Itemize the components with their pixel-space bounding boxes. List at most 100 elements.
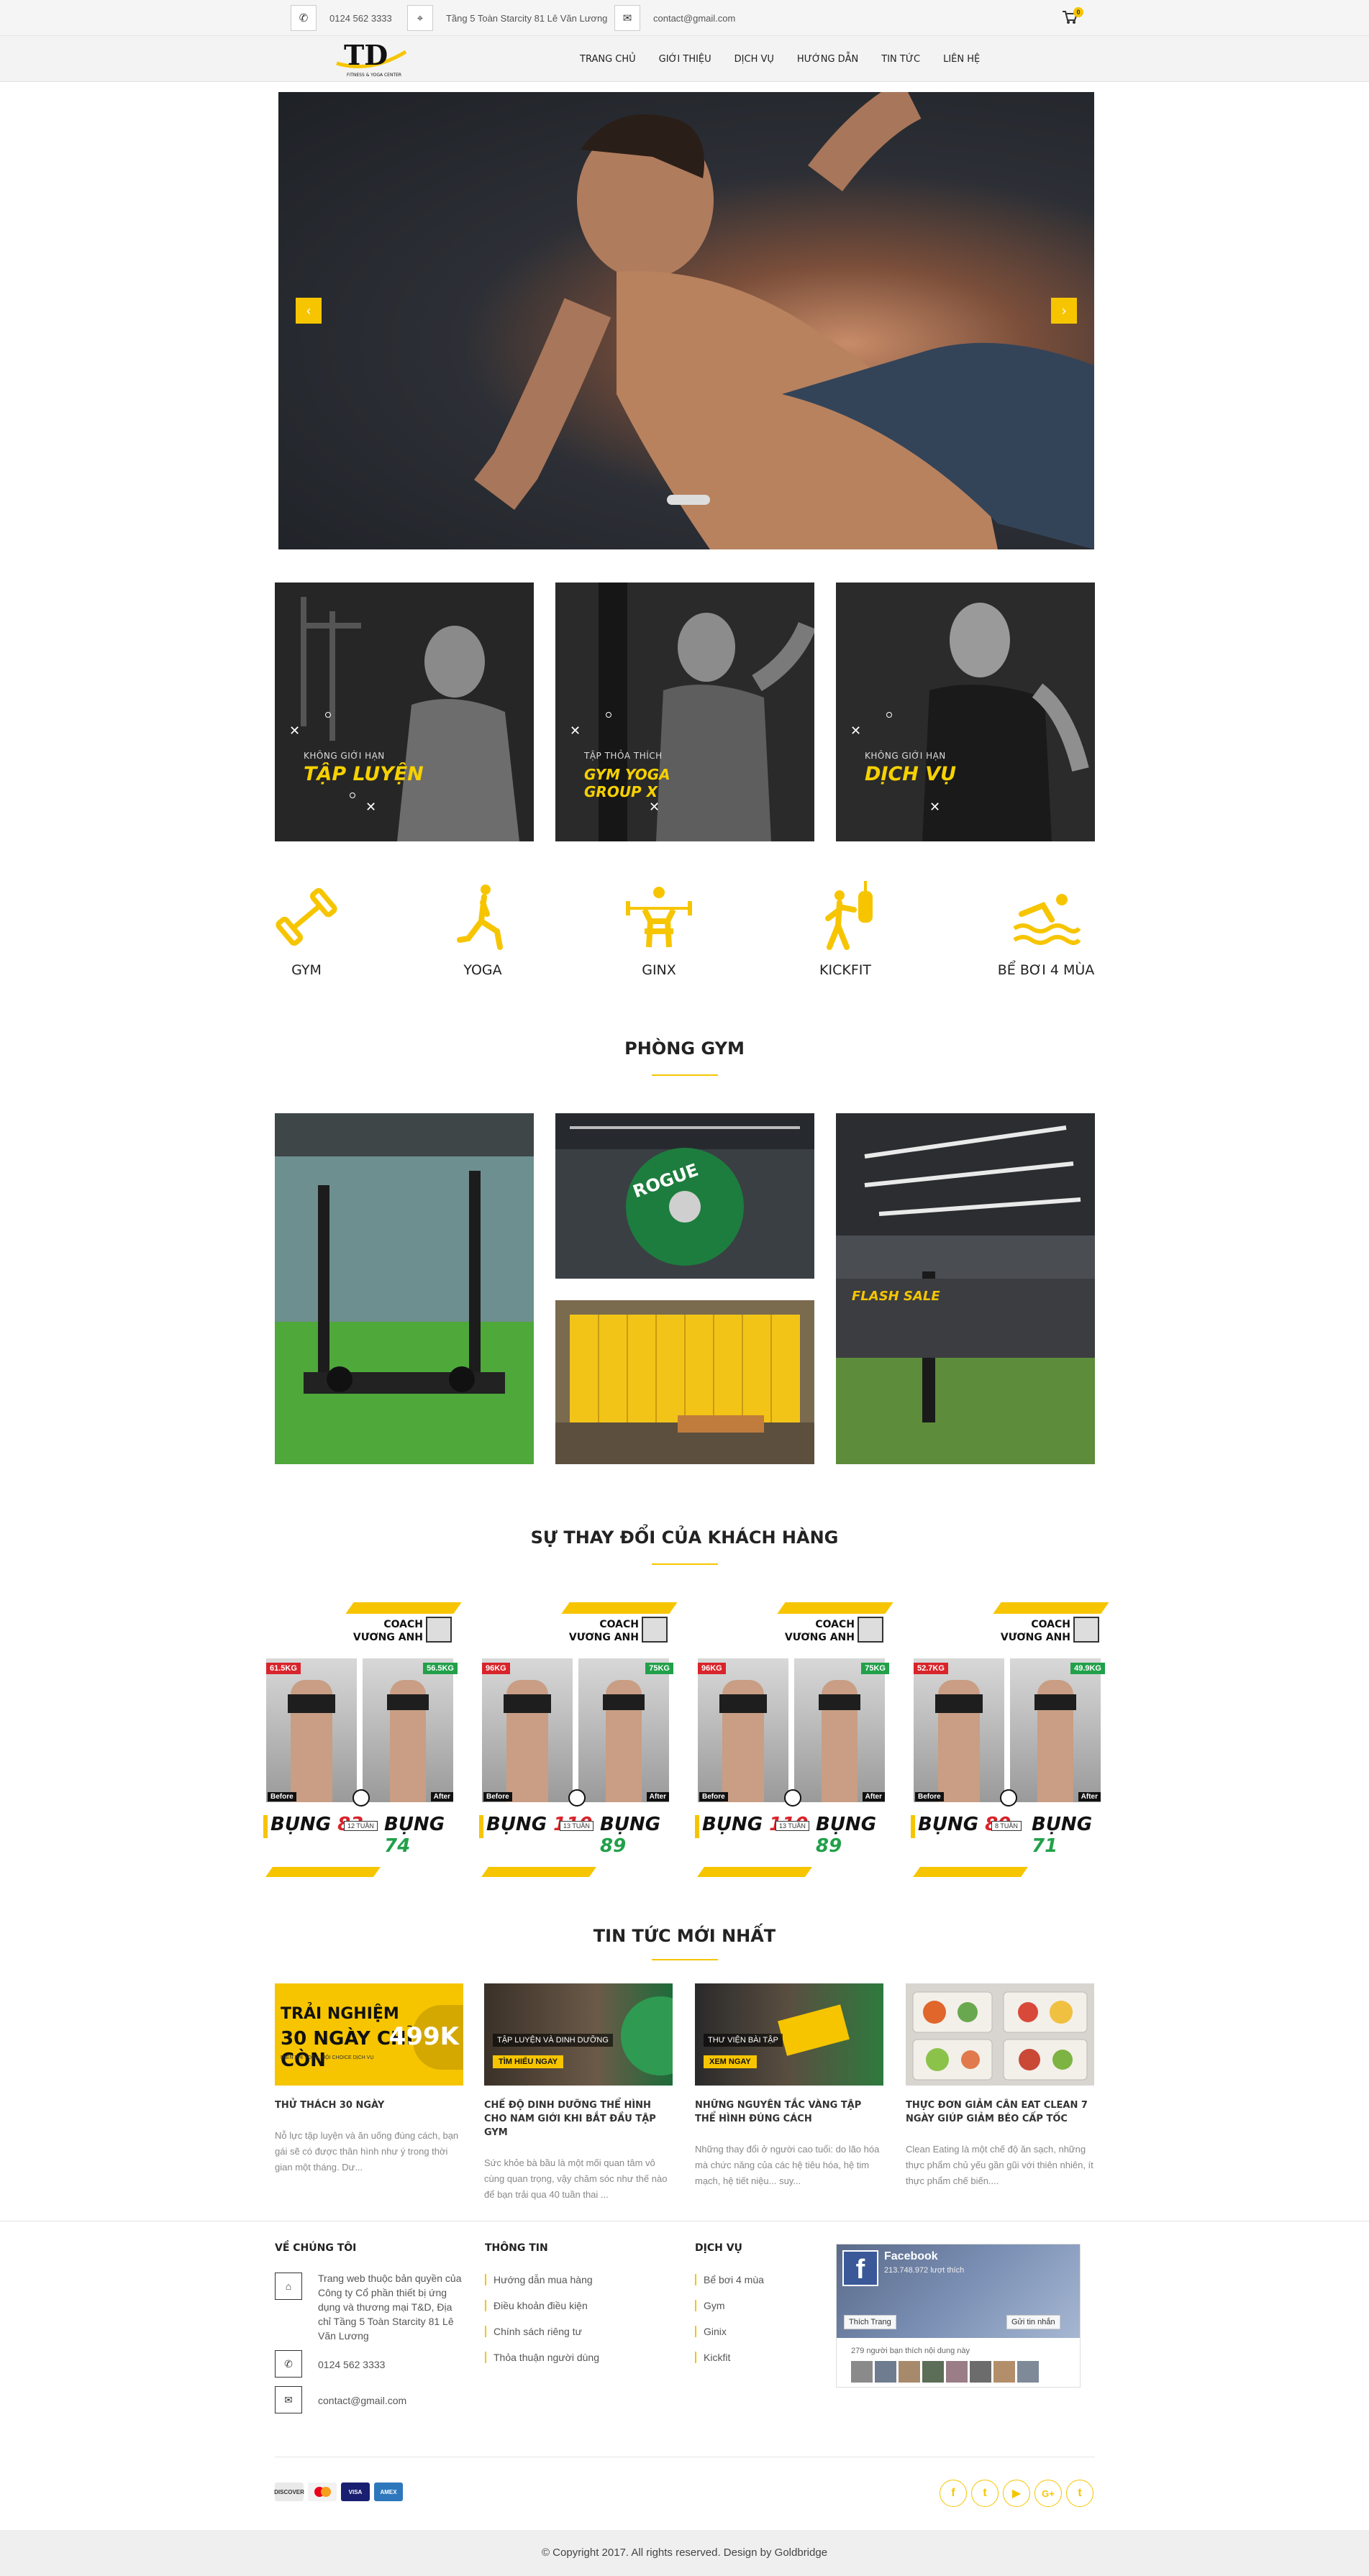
- news-card-2[interactable]: TẬP LUYỆN VÀ DINH DƯỠNG TÌM HIỂU NGAY CH…: [484, 1983, 673, 2203]
- phone-icon: ✆: [291, 5, 317, 31]
- service-gym[interactable]: GYM: [249, 881, 364, 978]
- youtube-icon[interactable]: ▶: [1003, 2480, 1030, 2507]
- hero-next-button[interactable]: ›: [1051, 298, 1077, 324]
- facebook-widget[interactable]: f Facebook 213.748.972 lượt thích Thích …: [836, 2244, 1081, 2388]
- footer-service-link-1[interactable]: Bể bơi 4 mùa: [695, 2274, 764, 2285]
- service-yoga[interactable]: YOGA: [425, 881, 540, 978]
- coach-avatar: [642, 1617, 668, 1643]
- deco-dot: [606, 712, 611, 718]
- cart-button[interactable]: 0: [1062, 7, 1083, 26]
- weeks-badge: 13 TUẦN: [776, 1821, 809, 1831]
- copyright-bar: © Copyright 2017. All rights reserved. D…: [0, 2530, 1369, 2576]
- footer-info-heading: THÔNG TIN: [485, 2242, 548, 2254]
- news-section-title: TIN TỨC MỚI NHẤT: [593, 1926, 776, 1946]
- before-photo: [482, 1658, 573, 1802]
- coach-avatar: [426, 1617, 452, 1643]
- service-ginx[interactable]: GINX: [601, 881, 717, 978]
- news-card-4-title[interactable]: THỰC ĐƠN GIẢM CÂN EAT CLEAN 7 NGÀY GIÚP …: [906, 2098, 1094, 2126]
- after-waist: BỤNG 89: [816, 1814, 877, 1857]
- footer-info-link-4[interactable]: Thỏa thuận người dùng: [485, 2352, 599, 2363]
- svg-text:FITNESS & YOGA CENTER: FITNESS & YOGA CENTER: [347, 73, 401, 78]
- deco-x-icon: ✕: [929, 800, 941, 814]
- before-weight-badge: 96KG: [482, 1663, 510, 1674]
- twitter-icon[interactable]: t: [971, 2480, 999, 2507]
- news-card-2-cta[interactable]: TÌM HIỂU NGAY: [493, 2055, 564, 2068]
- news-card-2-title[interactable]: CHẾ ĐỘ DINH DƯỠNG THỂ HÌNH CHO NAM GIỚI …: [484, 2098, 673, 2139]
- facebook-like-button[interactable]: Thích Trang: [844, 2315, 896, 2329]
- news-card-1-title[interactable]: THỬ THÁCH 30 NGÀY: [275, 2098, 463, 2112]
- footer-info-link-3[interactable]: Chính sách riêng tư: [485, 2326, 582, 2337]
- gym-photo-hall[interactable]: FLASH SALE: [836, 1113, 1095, 1464]
- before-weight-badge: 61.5KG: [266, 1663, 301, 1674]
- gym-photo-sled-image: [275, 1113, 534, 1464]
- nav-services[interactable]: DỊCH VỤ: [734, 54, 774, 65]
- deco-dot: [350, 793, 355, 798]
- banner-services-image: [836, 583, 1095, 841]
- footer-service-link-2[interactable]: Gym: [695, 2300, 725, 2311]
- news-card-3-title[interactable]: NHỮNG NGUYÊN TẮC VÀNG TẬP THỂ HÌNH ĐÚNG …: [695, 2098, 883, 2126]
- topbar-phone[interactable]: ✆ 0124 562 3333: [291, 0, 392, 36]
- nav-home[interactable]: TRANG CHỦ: [580, 54, 636, 65]
- amex-card-icon: AMEX: [374, 2483, 403, 2501]
- footer-service-link-4[interactable]: Kickfit: [695, 2352, 730, 2363]
- gym-photo-lockers[interactable]: [555, 1300, 814, 1464]
- transform-card[interactable]: COACH VƯƠNG ANH 52.7KG 49.9KG Before After BỤN…: [911, 1598, 1109, 1890]
- deco-dot: [325, 712, 331, 718]
- news-card-4[interactable]: THỰC ĐƠN GIẢM CÂN EAT CLEAN 7 NGÀY GIÚP …: [906, 1983, 1094, 2189]
- topbar-email[interactable]: ✉ contact@gmail.com: [614, 0, 735, 36]
- service-pool[interactable]: BỂ BƠI 4 MÙA: [988, 881, 1104, 978]
- facebook-icon[interactable]: f: [940, 2480, 967, 2507]
- banner-training[interactable]: ✕ ✕ KHÔNG GIỚI HẠN TẬP LUYỆN: [275, 583, 534, 841]
- nav-guide[interactable]: HƯỚNG DẪN: [797, 54, 858, 65]
- deco-x-icon: ✕: [570, 723, 581, 738]
- site-logo[interactable]: TD FITNESS & YOGA CENTER: [331, 39, 410, 81]
- news-card-3[interactable]: THƯ VIỆN BÀI TẬP XEM NGAY NHỮNG NGUYÊN T…: [695, 1983, 883, 2189]
- gym-photo-sled[interactable]: [275, 1113, 534, 1464]
- chevron-left-icon: ‹: [306, 303, 311, 318]
- coach-label: COACH VƯƠNG ANH: [1000, 1619, 1070, 1643]
- nav-news[interactable]: TIN TỨC: [881, 54, 920, 65]
- news-title-underline: [652, 1959, 718, 1960]
- envelope-icon: ✉: [614, 5, 640, 31]
- transform-card[interactable]: COACHVƯƠNG ANH96KG75KGBeforeAfterBỤNG 11…: [479, 1598, 678, 1890]
- transform-card[interactable]: COACHVƯƠNG ANH96KG75KGBeforeAfterBỤNG 11…: [695, 1598, 893, 1890]
- footer-info-link-1[interactable]: Hướng dẫn mua hàng: [485, 2274, 593, 2285]
- news-card-1[interactable]: TRẢI NGHIỆM 30 NGÀY CHỈ CÒN MIỄN PHÍ YOG…: [275, 1983, 463, 2175]
- news-card-3-cta[interactable]: XEM NGAY: [704, 2055, 757, 2068]
- weightlifter-icon: [626, 887, 692, 948]
- facebook-friend-avatars: [851, 2361, 1039, 2383]
- banner-gym-yoga-sub: TẬP THỎA THÍCH: [584, 751, 663, 761]
- banner-services[interactable]: ✕ ✕ KHÔNG GIỚI HẠN DỊCH VỤ: [836, 583, 1095, 841]
- banner-training-sub: KHÔNG GIỚI HẠN: [304, 751, 385, 761]
- gym-photo-plates[interactable]: ROGUE: [555, 1113, 814, 1279]
- banner-gym-yoga-image: [555, 583, 814, 841]
- banner-training-image: [275, 583, 534, 841]
- before-weight-badge: 96KG: [698, 1663, 726, 1674]
- nav-about[interactable]: GIỚI THIỆU: [659, 54, 711, 65]
- cart-count-badge: 0: [1073, 7, 1083, 17]
- nav-contact[interactable]: LIÊN HỆ: [943, 54, 980, 65]
- hero-prev-button[interactable]: ‹: [296, 298, 322, 324]
- after-label: After: [1078, 1792, 1101, 1801]
- banner-gym-yoga-title2: GROUP X: [584, 783, 658, 800]
- footer-phone[interactable]: 0124 562 3333: [318, 2357, 385, 2372]
- tumblr-icon[interactable]: t: [1066, 2480, 1093, 2507]
- before-photo: [698, 1658, 788, 1802]
- footer-email[interactable]: contact@gmail.com: [318, 2393, 406, 2408]
- after-photo: [1010, 1658, 1101, 1802]
- banner-gym-yoga[interactable]: ✕ ✕ TẬP THỎA THÍCH GYM YOGA GROUP X: [555, 583, 814, 841]
- facebook-page-name[interactable]: Facebook: [884, 2250, 938, 2263]
- facebook-message-button[interactable]: Gửi tin nhắn: [1006, 2315, 1060, 2329]
- footer-service-link-3[interactable]: Ginix: [695, 2326, 727, 2337]
- after-weight-badge: 49.9KG: [1070, 1663, 1105, 1674]
- gym-photo-hall-image: FLASH SALE: [836, 1113, 1095, 1464]
- footer-info-link-2[interactable]: Điều khoản điều kiện: [485, 2300, 588, 2311]
- service-kickfit[interactable]: KICKFIT: [788, 881, 903, 978]
- after-weight-badge: 75KG: [645, 1663, 673, 1674]
- transform-card[interactable]: COACH VƯƠNG ANH 61.5KG 56.5KG Before After BỤN…: [263, 1598, 462, 1890]
- after-waist: BỤNG 89: [600, 1814, 661, 1857]
- google-plus-icon[interactable]: G+: [1034, 2480, 1062, 2507]
- transform-title-underline: [652, 1563, 718, 1565]
- home-icon: ⌂: [275, 2273, 302, 2300]
- logo-graphic: TD FITNESS & YOGA CENTER: [336, 39, 407, 78]
